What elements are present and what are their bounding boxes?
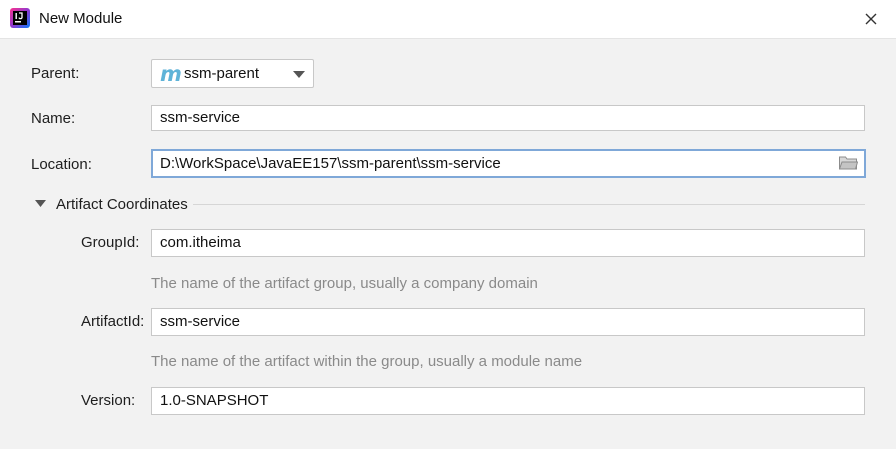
location-field[interactable]: D:\WorkSpace\JavaEE157\ssm-parent\ssm-se…	[151, 149, 866, 178]
parent-select[interactable]: m ssm-parent	[151, 59, 314, 88]
close-button[interactable]	[858, 6, 884, 32]
dialog-title: New Module	[39, 10, 123, 27]
location-value: D:\WorkSpace\JavaEE157\ssm-parent\ssm-se…	[160, 155, 501, 172]
parent-label: Parent:	[31, 65, 80, 82]
groupid-field[interactable]: com.itheima	[151, 229, 865, 257]
intellij-idea-icon	[10, 8, 30, 28]
maven-module-icon: m	[160, 62, 182, 86]
section-title: Artifact Coordinates	[56, 196, 188, 213]
groupid-label: GroupId:	[81, 234, 140, 251]
close-icon	[865, 13, 877, 25]
chevron-down-icon	[293, 71, 305, 78]
version-field[interactable]: 1.0-SNAPSHOT	[151, 387, 865, 415]
artifactid-hint: The name of the artifact within the grou…	[151, 353, 583, 370]
name-field[interactable]: ssm-service	[151, 105, 865, 131]
location-label: Location:	[31, 156, 92, 173]
section-separator	[193, 204, 865, 205]
folder-icon[interactable]	[839, 155, 858, 170]
groupid-hint: The name of the artifact group, usually …	[151, 275, 538, 292]
new-module-dialog: New Module Parent: m ssm-parent Name: ss…	[0, 0, 896, 449]
triangle-down-icon[interactable]	[35, 200, 46, 207]
artifactid-field[interactable]: ssm-service	[151, 308, 865, 336]
parent-value: ssm-parent	[184, 65, 260, 82]
version-label: Version:	[81, 392, 136, 409]
title-bar: New Module	[0, 0, 896, 39]
name-label: Name:	[31, 110, 76, 127]
artifactid-label: ArtifactId:	[81, 313, 145, 330]
